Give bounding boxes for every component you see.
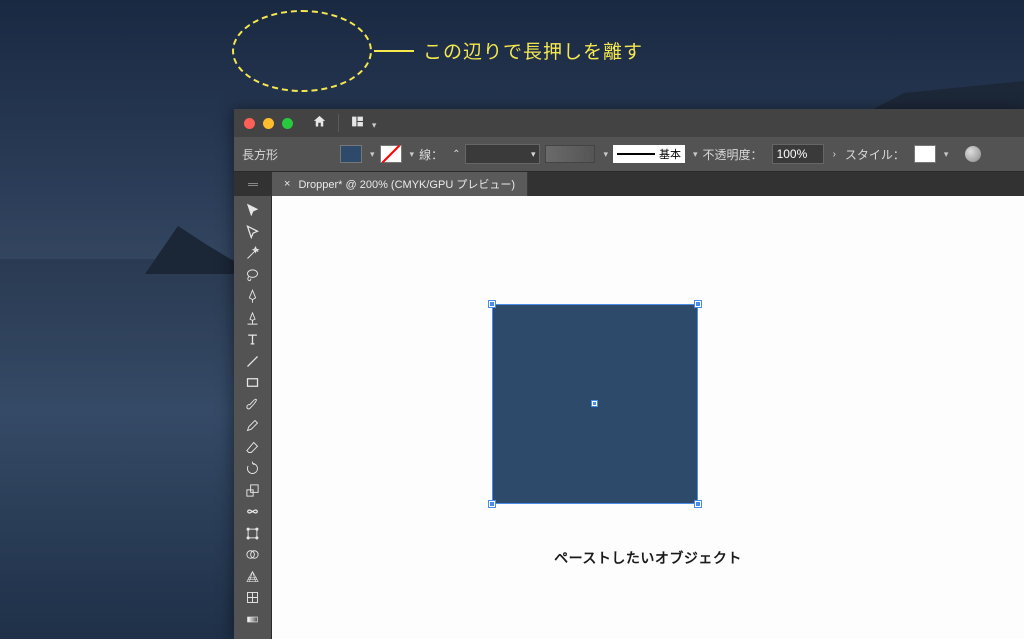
minimize-window-button[interactable]	[263, 118, 274, 129]
chevron-down-icon[interactable]: ▾	[693, 149, 698, 160]
direct-selection-tool[interactable]	[234, 222, 271, 244]
selection-handle-top-left[interactable]	[489, 301, 495, 307]
pen-tool[interactable]	[234, 286, 271, 308]
line-tool[interactable]	[234, 351, 271, 373]
panel-grip[interactable]	[234, 172, 272, 196]
style-label: スタイル：	[845, 146, 905, 163]
illustrator-window: ▾ 長方形 ▾ ▾ 線： ⌃ ▾ ▾ 基本 ▾ 不透明度： 100% › スタイ…	[234, 109, 1024, 639]
pencil-tool[interactable]	[234, 415, 271, 437]
wallpaper-ocean	[0, 259, 235, 639]
type-tool[interactable]	[234, 329, 271, 351]
brush-profile-dropdown[interactable]: 基本	[613, 145, 685, 163]
stroke-line-icon	[617, 153, 655, 155]
shape-builder-tool[interactable]	[234, 544, 271, 566]
opacity-label: 不透明度：	[703, 146, 763, 163]
document-tab[interactable]: × Dropper* @ 200% (CMYK/GPU プレビュー)	[272, 172, 528, 196]
selected-rectangle-object[interactable]	[492, 304, 698, 504]
canvas-artboard[interactable]: ペーストしたいオブジェクト	[272, 196, 1024, 639]
stroke-color-swatch[interactable]	[380, 145, 402, 163]
curvature-tool[interactable]	[234, 308, 271, 330]
selection-handle-top-right[interactable]	[695, 301, 701, 307]
rotate-tool[interactable]	[234, 458, 271, 480]
close-window-button[interactable]	[244, 118, 255, 129]
home-icon[interactable]	[312, 114, 327, 132]
selection-handle-bottom-right[interactable]	[695, 501, 701, 507]
annotation-ellipse	[232, 10, 372, 92]
arrange-documents-button[interactable]: ▾	[350, 115, 376, 131]
selection-center-point[interactable]	[592, 401, 597, 406]
chevron-down-icon[interactable]: ▾	[370, 149, 375, 160]
perspective-grid-tool[interactable]	[234, 566, 271, 588]
free-transform-tool[interactable]	[234, 523, 271, 545]
graphic-style-swatch[interactable]	[914, 145, 936, 163]
document-tabs-bar: × Dropper* @ 200% (CMYK/GPU プレビュー)	[234, 172, 1024, 196]
stroke-label: 線：	[419, 146, 443, 163]
lasso-tool[interactable]	[234, 265, 271, 287]
selection-handle-bottom-left[interactable]	[489, 501, 495, 507]
stroke-weight-input[interactable]: ▾	[465, 144, 540, 164]
selection-tool[interactable]	[234, 200, 271, 222]
shape-type-label: 長方形	[242, 146, 278, 163]
profile-label: 基本	[659, 146, 681, 162]
work-area: ペーストしたいオブジェクト	[234, 196, 1024, 639]
chevron-down-icon[interactable]: ▾	[944, 149, 949, 160]
fill-color-swatch[interactable]	[340, 145, 362, 163]
zoom-window-button[interactable]	[282, 118, 293, 129]
chevron-down-icon[interactable]: ▾	[603, 149, 608, 160]
annotation-text: この辺りで長押しを離す	[423, 37, 643, 64]
mesh-tool[interactable]	[234, 587, 271, 609]
width-tool[interactable]	[234, 501, 271, 523]
eraser-tool[interactable]	[234, 437, 271, 459]
window-controls	[244, 118, 293, 129]
title-bar: ▾	[234, 109, 1024, 137]
chevron-down-icon: ▾	[372, 120, 377, 130]
tools-panel	[234, 196, 272, 639]
gradient-tool[interactable]	[234, 609, 271, 631]
variable-width-profile[interactable]	[545, 145, 595, 163]
control-bar: 長方形 ▾ ▾ 線： ⌃ ▾ ▾ 基本 ▾ 不透明度： 100% › スタイル：…	[234, 137, 1024, 172]
document-tab-title: Dropper* @ 200% (CMYK/GPU プレビュー)	[298, 176, 515, 192]
opacity-input[interactable]: 100%	[772, 144, 824, 164]
document-setup-icon[interactable]	[964, 145, 982, 163]
close-tab-icon[interactable]: ×	[284, 178, 290, 190]
canvas-caption-text: ペーストしたいオブジェクト	[272, 548, 1024, 568]
opacity-expand-button[interactable]: ›	[829, 149, 840, 160]
rectangle-tool[interactable]	[234, 372, 271, 394]
magic-wand-tool[interactable]	[234, 243, 271, 265]
separator	[338, 114, 339, 132]
scale-tool[interactable]	[234, 480, 271, 502]
annotation-connector-line	[374, 50, 414, 52]
stroke-stepper-down[interactable]: ⌃	[452, 149, 460, 160]
chevron-down-icon[interactable]: ▾	[410, 149, 415, 160]
brush-tool[interactable]	[234, 394, 271, 416]
